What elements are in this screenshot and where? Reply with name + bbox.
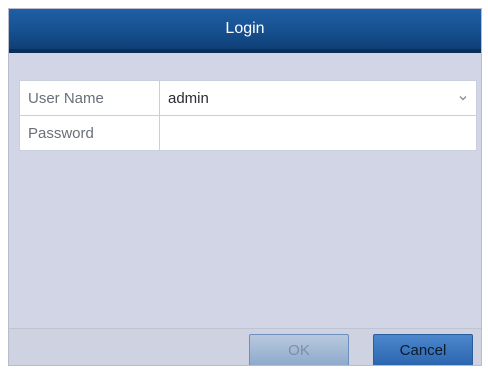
titlebar-divider: [9, 49, 481, 53]
login-dialog: Login User Name admin Password OK Cancel: [8, 8, 482, 366]
dialog-title: Login: [225, 20, 265, 37]
password-row: Password: [20, 116, 476, 150]
ok-button[interactable]: OK: [249, 334, 349, 365]
username-label: User Name: [20, 81, 160, 115]
login-form: User Name admin Password: [19, 80, 477, 151]
dialog-footer: OK Cancel: [9, 328, 481, 365]
cancel-button[interactable]: Cancel: [373, 334, 473, 365]
password-field[interactable]: [160, 116, 476, 150]
dialog-titlebar: Login: [9, 9, 481, 49]
chevron-down-icon[interactable]: [458, 93, 468, 103]
username-select[interactable]: admin: [160, 81, 476, 115]
username-value: admin: [168, 89, 209, 107]
password-label: Password: [20, 116, 160, 150]
username-row: User Name admin: [20, 81, 476, 116]
